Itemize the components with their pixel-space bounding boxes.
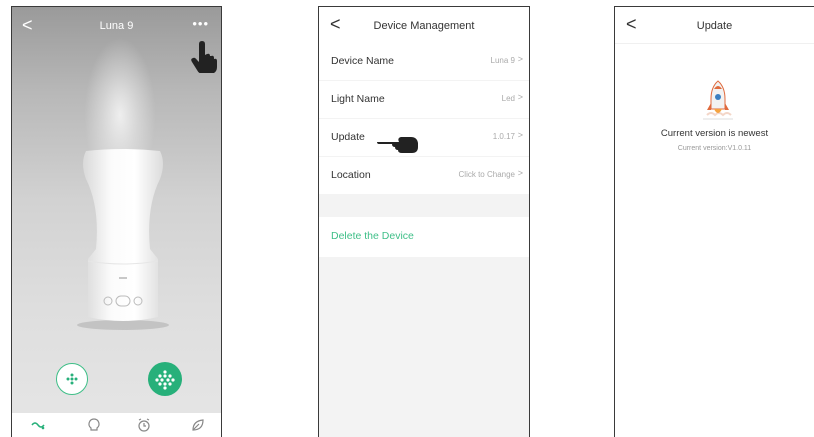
bottom-tab-bar <box>12 413 221 437</box>
row-value: Luna 9 <box>490 56 515 65</box>
light-name-row[interactable]: Light Name Led > <box>319 81 529 118</box>
light-mode-icon <box>155 370 175 390</box>
row-value: Led <box>501 94 515 103</box>
update-row[interactable]: Update 1.0.17 > <box>319 119 529 156</box>
mist-mode-button[interactable] <box>56 363 88 395</box>
row-value: Click to Change <box>458 170 515 179</box>
device-control-screen: < Luna 9 ••• <box>11 6 222 437</box>
chevron-right-icon: > <box>517 130 523 140</box>
alarm-clock-tab-icon[interactable] <box>136 417 152 433</box>
mist-mode-icon <box>66 373 78 385</box>
aroma-tab-icon[interactable] <box>30 417 46 433</box>
chevron-right-icon: > <box>517 168 523 178</box>
mist-plume <box>84 37 156 167</box>
page-title: Device Management <box>373 20 475 32</box>
light-bulb-tab-icon[interactable] <box>86 417 102 433</box>
row-label: Light Name <box>331 93 385 105</box>
chevron-right-icon: > <box>517 54 523 64</box>
current-version-text: Current version:V1.0.11 <box>677 145 752 152</box>
more-options-button[interactable]: ••• <box>192 16 209 31</box>
pointing-hand-icon <box>377 137 418 153</box>
delete-device-button[interactable]: Delete the Device <box>331 230 414 242</box>
delete-device-row[interactable]: Delete the Device <box>319 217 529 257</box>
header: < Device Management <box>319 7 529 43</box>
header: < Update <box>615 7 814 44</box>
device-management-screen: < Device Management Device Name Luna 9 >… <box>318 6 530 437</box>
device-name-row[interactable]: Device Name Luna 9 > <box>319 43 529 80</box>
diffuser-device-image <box>77 149 169 330</box>
row-label: Location <box>331 169 371 181</box>
leaf-tab-icon[interactable] <box>190 417 206 433</box>
light-mode-button[interactable] <box>148 362 182 396</box>
location-row[interactable]: Location Click to Change > <box>319 157 529 194</box>
page-title: Luna 9 <box>99 20 134 32</box>
row-value: 1.0.17 <box>492 132 515 141</box>
chevron-right-icon: > <box>517 92 523 102</box>
update-screen: < Update Current version is newest Curre… <box>614 6 814 437</box>
row-label: Device Name <box>331 55 395 67</box>
pointing-hand-icon <box>191 41 217 73</box>
update-status-text: Current version is newest <box>660 128 769 139</box>
rocket-icon <box>703 80 733 120</box>
row-label: Update <box>331 131 365 143</box>
page-title: Update <box>696 20 733 32</box>
